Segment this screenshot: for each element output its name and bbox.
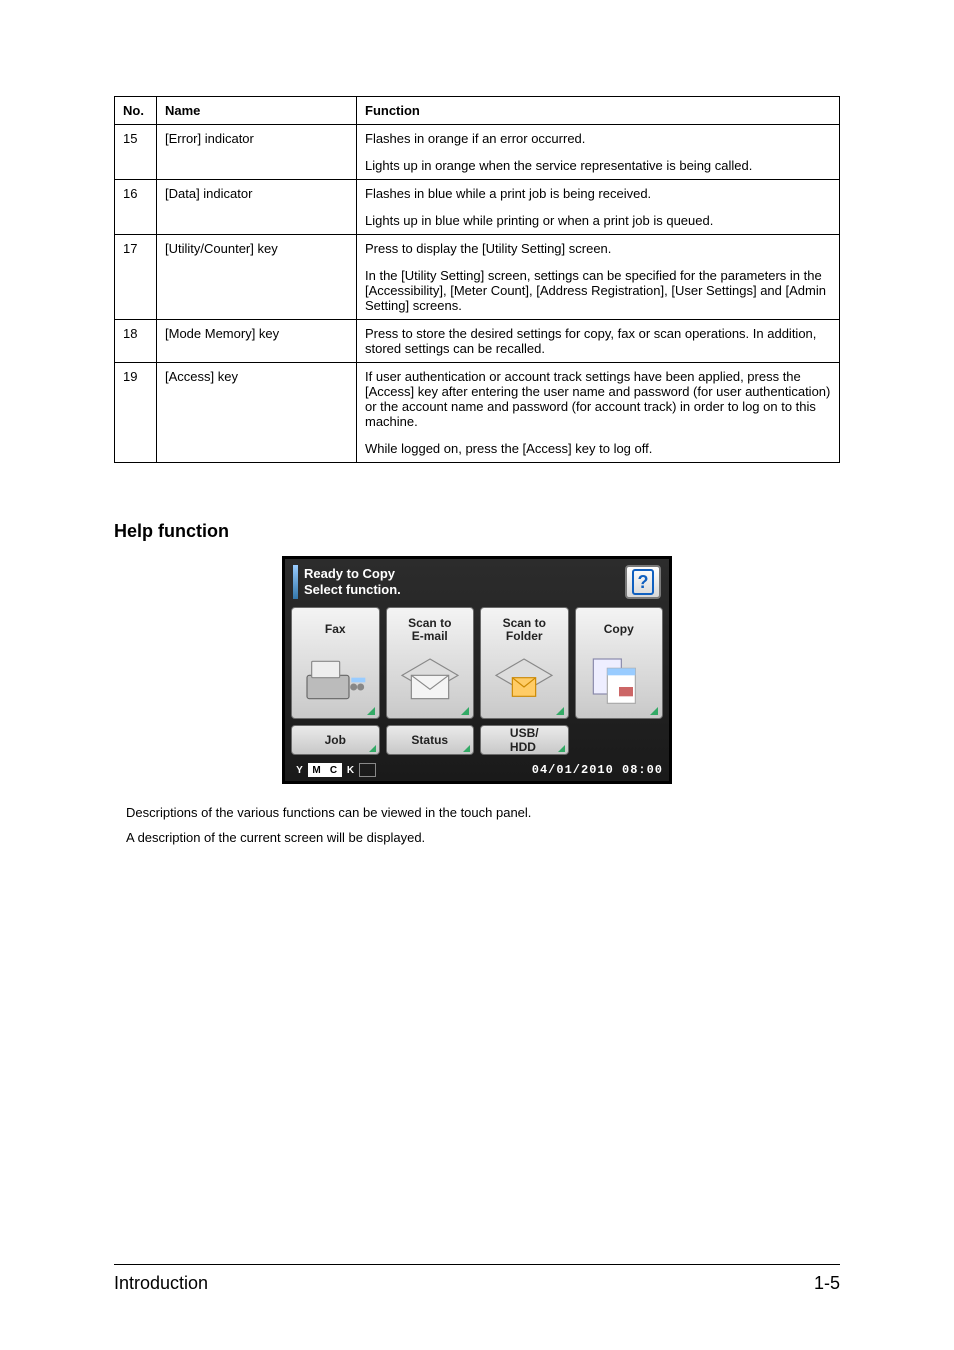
function-paragraph: In the [Utility Setting] screen, setting… xyxy=(365,268,831,313)
mode-tile-fax[interactable]: Fax xyxy=(291,607,380,719)
small-tile-label: USB/HDD xyxy=(510,726,539,754)
tile-label: Scan toFolder xyxy=(503,616,546,644)
mode-tile-scan-to-e-mail[interactable]: Scan toE-mail xyxy=(386,607,475,719)
panel-title-line2: Select function. xyxy=(304,582,617,598)
toner-indicator: Y M C K xyxy=(291,763,376,777)
panel-title-line1: Ready to Copy xyxy=(304,566,617,582)
question-mark-icon: ? xyxy=(632,569,654,595)
help-desc-line: A description of the current screen will… xyxy=(126,829,828,848)
header-accent-bar xyxy=(293,565,298,599)
tile-art-icon xyxy=(580,644,659,714)
function-paragraph: Press to store the desired settings for … xyxy=(365,326,831,356)
table-row: 17[Utility/Counter] key Press to display … xyxy=(115,235,840,320)
help-desc-line: Descriptions of the various functions ca… xyxy=(126,804,828,823)
footer-left: Introduction xyxy=(114,1273,208,1294)
spec-table: No. Name Function 15[Error] indicatorFla… xyxy=(114,96,840,463)
corner-indicator-icon xyxy=(369,745,376,752)
footer-right: 1-5 xyxy=(814,1273,840,1294)
table-row: 18[Mode Memory] key Press to store the de… xyxy=(115,320,840,363)
small-tile-usb-hdd[interactable]: USB/HDD xyxy=(480,725,569,755)
help-description: Descriptions of the various functions ca… xyxy=(126,804,828,848)
function-paragraph: Lights up in orange when the service rep… xyxy=(365,158,831,173)
cell-no: 18 xyxy=(115,320,157,363)
cell-name: [Mode Memory] key xyxy=(157,320,357,363)
function-paragraph: Press to display the [Utility Setting] s… xyxy=(365,241,831,256)
cell-no: 19 xyxy=(115,363,157,463)
toner-c-icon: C xyxy=(325,763,342,777)
help-button[interactable]: ? xyxy=(625,565,661,599)
corner-indicator-icon xyxy=(558,745,565,752)
corner-indicator-icon xyxy=(461,707,469,715)
panel-title: Ready to Copy Select function. xyxy=(304,566,617,599)
table-row: 15[Error] indicatorFlashes in orange if … xyxy=(115,125,840,180)
table-row: 16[Data] indicator Flashes in blue while … xyxy=(115,180,840,235)
cell-function: Flashes in blue while a print job is bei… xyxy=(357,180,840,235)
toner-bar-icon xyxy=(359,763,376,777)
small-tile-job[interactable]: Job xyxy=(291,725,380,755)
cell-name: [Error] indicator xyxy=(157,125,357,180)
cell-name: [Access] key xyxy=(157,363,357,463)
mode-tile-copy[interactable]: Copy xyxy=(575,607,664,719)
help-heading: Help function xyxy=(114,521,840,542)
tile-art-icon xyxy=(296,644,375,714)
tile-art-icon xyxy=(485,644,564,714)
tile-label: Copy xyxy=(604,616,634,644)
corner-indicator-icon xyxy=(367,707,375,715)
th-func: Function xyxy=(357,97,840,125)
tile-art-icon xyxy=(391,644,470,714)
toner-y-icon: Y xyxy=(291,763,308,777)
panel-datetime: 04/01/2010 08:00 xyxy=(532,763,663,777)
th-name: Name xyxy=(157,97,357,125)
corner-indicator-icon xyxy=(650,707,658,715)
function-paragraph: If user authentication or account track … xyxy=(365,369,831,429)
toner-m-icon: M xyxy=(308,763,325,777)
toner-k-icon: K xyxy=(342,763,359,777)
cell-function: Press to store the desired settings for … xyxy=(357,320,840,363)
corner-indicator-icon xyxy=(463,745,470,752)
tile-label: Fax xyxy=(325,616,346,644)
cell-no: 15 xyxy=(115,125,157,180)
cell-no: 17 xyxy=(115,235,157,320)
function-paragraph: Flashes in orange if an error occurred. xyxy=(365,131,831,146)
function-paragraph: Lights up in blue while printing or when… xyxy=(365,213,831,228)
cell-function: If user authentication or account track … xyxy=(357,363,840,463)
function-paragraph: Flashes in blue while a print job is bei… xyxy=(365,186,831,201)
small-tile-label: Job xyxy=(325,733,346,747)
small-tile-status[interactable]: Status xyxy=(386,725,475,755)
mode-tile-scan-to-folder[interactable]: Scan toFolder xyxy=(480,607,569,719)
cell-name: [Data] indicator xyxy=(157,180,357,235)
tile-label: Scan toE-mail xyxy=(408,616,451,644)
cell-function: Press to display the [Utility Setting] s… xyxy=(357,235,840,320)
th-no: No. xyxy=(115,97,157,125)
cell-name: [Utility/Counter] key xyxy=(157,235,357,320)
touch-panel: Ready to Copy Select function. ? Fax Scan… xyxy=(282,556,672,784)
small-tile-label: Status xyxy=(411,733,448,747)
cell-no: 16 xyxy=(115,180,157,235)
corner-indicator-icon xyxy=(556,707,564,715)
cell-function: Flashes in orange if an error occurred. L… xyxy=(357,125,840,180)
function-paragraph: While logged on, press the [Access] key … xyxy=(365,441,831,456)
table-row: 19[Access] keyIf user authentication or … xyxy=(115,363,840,463)
